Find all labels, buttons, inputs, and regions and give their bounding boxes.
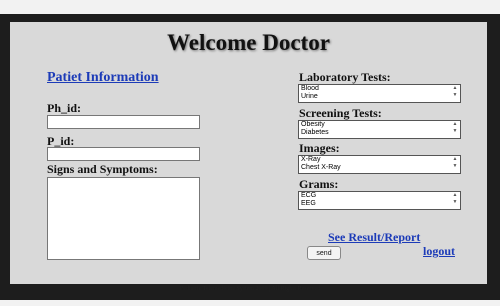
window-frame: Welcome Doctor Patiet Information Ph_id:… [0,14,500,300]
see-result-report-link[interactable]: See Result/Report [328,230,420,245]
send-button[interactable]: send [307,246,341,260]
p-id-input[interactable] [47,147,200,161]
screening-option[interactable]: Diabetes [301,129,458,137]
top-strip [0,0,500,14]
scroll-arrows-icon[interactable]: ▲ ▼ [451,156,459,173]
images-option[interactable]: Chest X-Ray [301,164,458,172]
grams-listbox[interactable]: ECG EEG ▲ ▼ [298,191,461,210]
scroll-arrows-icon[interactable]: ▲ ▼ [451,85,459,102]
page-title: Welcome Doctor [167,30,330,55]
lab-option[interactable]: Urine [301,93,458,101]
grams-label: Grams: [299,177,339,191]
lab-tests-label: Laboratory Tests: [299,70,391,84]
lab-tests-listbox[interactable]: Blood Urine ▲ ▼ [298,84,461,103]
screening-tests-listbox[interactable]: Obesity Diabetes ▲ ▼ [298,120,461,139]
scroll-arrows-icon[interactable]: ▲ ▼ [451,121,459,138]
doctor-panel: Welcome Doctor Patiet Information Ph_id:… [10,22,487,284]
ph-id-label: Ph_id: [47,101,82,115]
grams-option[interactable]: EEG [301,200,458,208]
symptoms-label: Signs and Symptoms: [47,162,158,176]
screening-tests-label: Screening Tests: [299,106,382,120]
images-listbox[interactable]: X-Ray Chest X-Ray ▲ ▼ [298,155,461,174]
images-label: Images: [299,141,340,155]
ph-id-input[interactable] [47,115,200,129]
logout-link[interactable]: logout [423,244,455,259]
grams-option[interactable]: ECG [301,192,458,200]
symptoms-textarea[interactable] [47,177,200,260]
images-option[interactable]: X-Ray [301,156,458,164]
patient-information-link[interactable]: Patiet Information [47,70,159,86]
lab-option[interactable]: Blood [301,85,458,93]
scroll-arrows-icon[interactable]: ▲ ▼ [451,192,459,209]
screening-option[interactable]: Obesity [301,121,458,129]
footer-text: Pediatric Telemedicine System 2019 | All… [179,286,321,292]
